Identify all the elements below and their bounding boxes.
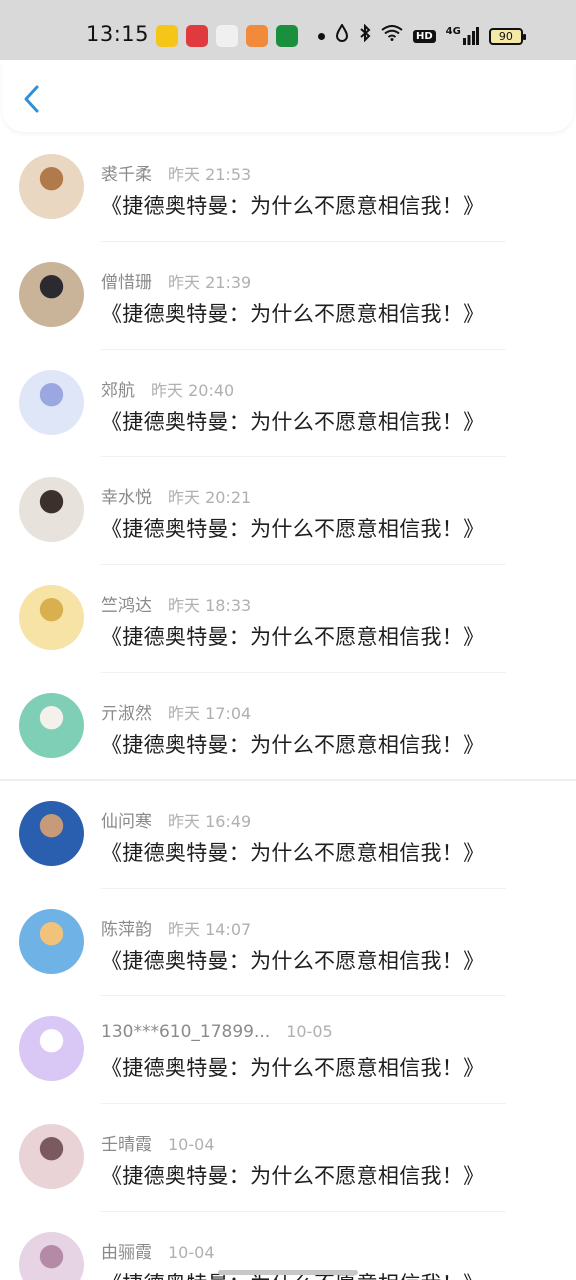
notification-app-icons [156,25,298,47]
notification-dot-icon [318,32,325,40]
sender-name: 陈萍韵 [101,919,152,940]
signal-icon: 4G [446,27,479,45]
avatar[interactable] [19,1016,84,1082]
message-meta: 壬晴霞 10-04 [101,1130,215,1155]
back-button[interactable] [20,84,46,114]
message-meta: 裘千柔 昨天 21:53 [101,160,251,185]
message-list-item[interactable]: 130***610_17899... 10-05 《捷德奥特曼：为什么不愿意相信我！… [0,996,576,1105]
message-meta: 僧惜珊 昨天 21:39 [101,268,251,293]
message-list-item[interactable]: 陈萍韵 昨天 14:07 《捷德奥特曼：为什么不愿意相信我！》 [0,889,576,997]
message-meta: 由骊霞 10-04 [101,1238,215,1263]
message-meta: 陈萍韵 昨天 14:07 [101,915,251,940]
sender-name: 僧惜珊 [101,272,152,293]
sender-name: 亓淑然 [101,703,152,724]
message-text: 《捷德奥特曼：为什么不愿意相信我！》 [101,301,485,326]
message-text: 《捷德奥特曼：为什么不愿意相信我！》 [101,1164,485,1189]
message-list-item[interactable]: 竺鸿达 昨天 18:33 《捷德奥特曼：为什么不愿意相信我！》 [0,565,576,673]
avatar[interactable] [19,1231,84,1280]
status-time: 13:15 [86,22,150,46]
avatar[interactable] [19,369,84,435]
message-time: 昨天 20:21 [168,488,252,508]
message-text: 《捷德奥特曼：为什么不愿意相信我！》 [101,625,485,650]
message-time: 10-04 [168,1242,215,1262]
book-icon [246,25,268,47]
avatar[interactable] [19,800,84,866]
status-bar: 13:15 HD 4G 90 [0,0,576,60]
bluetooth-icon [359,23,371,48]
sender-name: 130***610_17899... [101,1022,271,1043]
sender-name: 幸水悦 [101,488,152,509]
message-time: 昨天 20:40 [151,380,235,400]
battery-icon: 90 [488,27,526,45]
message-meta: 幸水悦 昨天 20:21 [101,483,251,508]
avatar[interactable] [19,477,84,543]
avatar[interactable] [19,1124,84,1190]
message-text: 《捷德奥特曼：为什么不愿意相信我！》 [101,948,485,973]
message-list-item[interactable]: 壬晴霞 10-04 《捷德奥特曼：为什么不愿意相信我！》 [0,1104,576,1212]
hd-badge: HD [413,29,436,43]
message-meta: 郊航 昨天 20:40 [101,376,234,401]
sender-name: 裘千柔 [101,165,152,185]
message-text: 《捷德奥特曼：为什么不愿意相信我！》 [101,732,485,757]
message-list-item[interactable]: 幸水悦 昨天 20:21 《捷德奥特曼：为什么不愿意相信我！》 [0,457,576,566]
message-list-item[interactable]: 仙问寒 昨天 16:49 《捷德奥特曼：为什么不愿意相信我！》 [0,781,576,889]
message-text: 《捷德奥特曼：为什么不愿意相信我！》 [101,840,485,865]
message-time: 昨天 14:07 [168,919,252,939]
message-time: 昨天 21:39 [168,272,252,292]
gallery-icon [216,25,238,47]
message-time: 昨天 18:33 [168,596,252,616]
sender-name: 由骊霞 [101,1242,152,1263]
tomato-novel-icon [156,25,178,47]
message-list-item[interactable]: 僧惜珊 昨天 21:39 《捷德奥特曼：为什么不愿意相信我！》 [0,242,576,350]
avatar[interactable] [19,261,84,327]
wifi-icon [381,25,403,47]
message-list-item[interactable]: 亓淑然 昨天 17:04 《捷德奥特曼：为什么不愿意相信我！》 [0,673,576,781]
message-list-item[interactable]: 裘千柔 昨天 21:53 《捷德奥特曼：为什么不愿意相信我！》 [0,134,576,242]
message-time: 昨天 16:49 [168,811,252,831]
toutiao-icon [186,25,208,47]
message-list-item[interactable]: 郊航 昨天 20:40 《捷德奥特曼：为什么不愿意相信我！》 [0,350,576,458]
chevron-left-icon [24,85,39,113]
message-text: 《捷德奥特曼：为什么不愿意相信我！》 [101,409,485,434]
message-meta: 竺鸿达 昨天 18:33 [101,591,251,616]
message-time: 昨天 17:04 [168,703,252,723]
sender-name: 壬晴霞 [101,1135,152,1156]
message-time: 10-04 [168,1135,215,1155]
sender-name: 竺鸿达 [101,596,152,617]
sender-name: 仙问寒 [101,811,152,832]
avatar[interactable] [19,585,84,651]
data-saver-icon [335,23,349,48]
network-type-label: 4G [445,26,461,37]
avatar[interactable] [19,154,84,219]
message-text: 《捷德奥特曼：为什么不愿意相信我！》 [101,1056,485,1081]
message-time: 10-05 [286,1022,333,1042]
avatar[interactable] [19,692,84,758]
oppo-icon [276,25,298,47]
message-meta: 亓淑然 昨天 17:04 [101,699,251,724]
message-meta: 仙问寒 昨天 16:49 [101,807,251,832]
message-list: 裘千柔 昨天 21:53 《捷德奥特曼：为什么不愿意相信我！》 僧惜珊 昨天 21:39… [0,134,576,1280]
home-indicator[interactable] [218,1270,358,1275]
message-text: 《捷德奥特曼：为什么不愿意相信我！》 [101,194,485,218]
message-text: 《捷德奥特曼：为什么不愿意相信我！》 [101,517,485,542]
system-icons: HD 4G 90 [318,23,526,48]
message-meta: 130***610_17899... 10-05 [101,1022,333,1042]
message-time: 昨天 21:53 [168,165,252,184]
top-nav-bar [2,60,574,132]
avatar[interactable] [19,908,84,974]
sender-name: 郊航 [101,380,135,401]
